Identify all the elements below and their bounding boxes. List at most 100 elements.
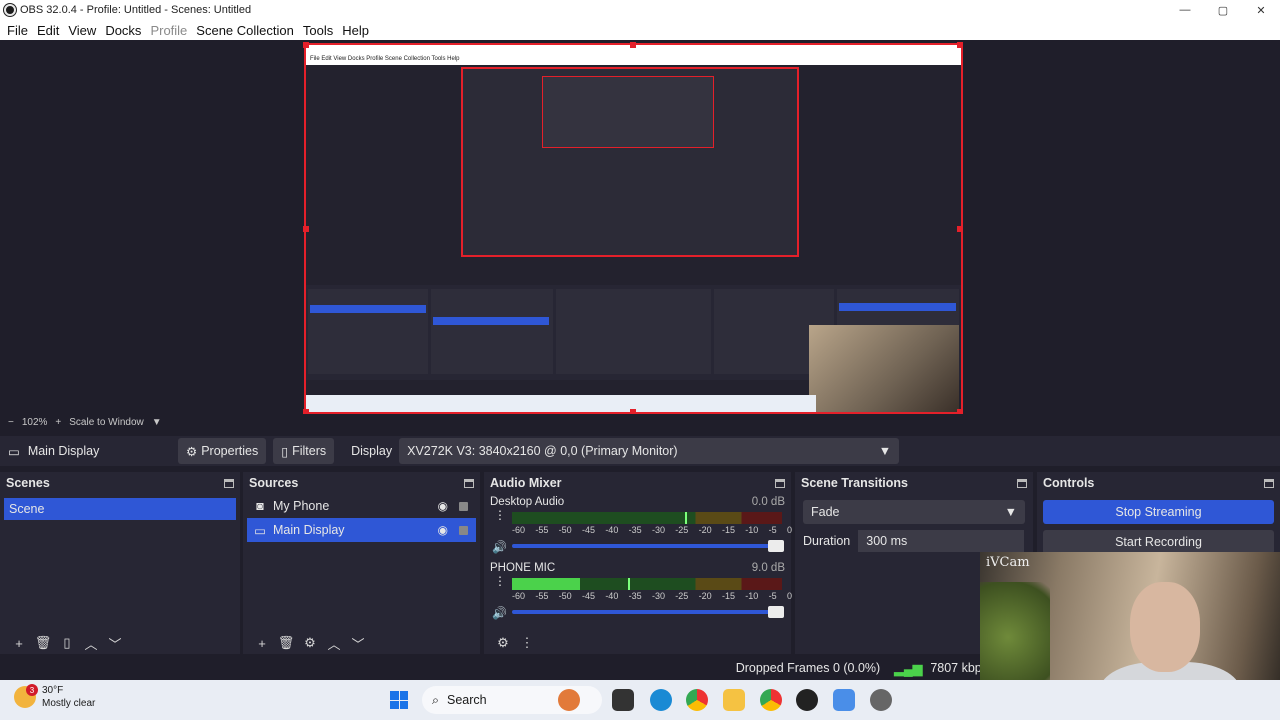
properties-button[interactable]: ⚙ Properties xyxy=(178,438,267,464)
trash-icon[interactable]: 🗑 xyxy=(32,634,54,652)
sources-toolbar: + 🗑 ⚙ ︿ ﹀ xyxy=(243,634,371,652)
menu-docks[interactable]: Docks xyxy=(101,23,145,38)
menu-view[interactable]: View xyxy=(64,23,100,38)
edge-icon[interactable] xyxy=(650,689,672,711)
undock-icon[interactable] xyxy=(1017,478,1027,488)
transition-select[interactable]: Fade ▼ xyxy=(803,500,1025,524)
resize-handle[interactable] xyxy=(957,226,963,232)
stop-streaming-button[interactable]: Stop Streaming xyxy=(1043,500,1274,524)
add-source-button[interactable]: + xyxy=(251,634,273,652)
volume-slider[interactable] xyxy=(512,540,784,552)
windows-start-icon[interactable] xyxy=(390,691,408,709)
slider-knob[interactable] xyxy=(768,606,784,618)
add-scene-button[interactable]: + xyxy=(8,634,30,652)
lock-icon[interactable] xyxy=(459,525,468,535)
chrome-icon[interactable] xyxy=(686,689,708,711)
speaker-icon[interactable]: 🔊 xyxy=(492,606,507,620)
meter-fill xyxy=(512,578,580,590)
scene-item[interactable]: Scene xyxy=(4,498,236,520)
meter-tick: -40 xyxy=(605,525,619,535)
menu-scene-collection[interactable]: Scene Collection xyxy=(192,23,298,38)
menu-file[interactable]: File xyxy=(3,23,32,38)
meter-tick: -20 xyxy=(698,591,712,601)
zoom-out-button[interactable]: − xyxy=(8,417,14,428)
dropped-frames: Dropped Frames 0 (0.0%) xyxy=(735,661,881,675)
weather-widget[interactable]: 3 30°F Mostly clear xyxy=(14,684,95,710)
zoom-level: 102% xyxy=(21,417,48,428)
scale-mode-select[interactable]: Scale to Window xyxy=(69,417,143,428)
lock-icon[interactable] xyxy=(459,501,468,511)
gear-icon[interactable]: ⚙ xyxy=(299,634,321,652)
display-value: XV272K V3: 3840x2160 @ 0,0 (Primary Moni… xyxy=(407,444,678,458)
move-up-icon[interactable]: ︿ xyxy=(323,634,345,652)
window-title: OBS 32.0.4 - Profile: Untitled - Scenes:… xyxy=(20,4,252,16)
ivcam-icon[interactable] xyxy=(833,689,855,711)
monitor-icon: ▭ xyxy=(254,523,266,538)
filter-icon: ▯ xyxy=(281,444,289,459)
meter-ticks: -60 -55 -50 -45 -40 -35 -30 -25 -20 -15 … xyxy=(512,591,792,601)
meter-tick: -35 xyxy=(628,591,642,601)
context-source-name: Main Display xyxy=(27,444,100,458)
file-explorer-icon[interactable] xyxy=(723,689,745,711)
meter-tick: -10 xyxy=(745,591,759,601)
undock-icon[interactable] xyxy=(464,478,474,488)
menu-edit[interactable]: Edit xyxy=(33,23,63,38)
meter-tick: -60 xyxy=(512,591,526,601)
more-options-icon[interactable]: ⋮ xyxy=(516,634,538,652)
undock-icon[interactable] xyxy=(224,478,234,488)
display-capture-preview[interactable]: File Edit View Docks Profile Scene Colle… xyxy=(304,43,963,414)
resize-handle[interactable] xyxy=(630,42,636,48)
meter-tick: -30 xyxy=(651,525,665,535)
more-options-icon[interactable]: ⋮ xyxy=(494,509,506,521)
source-item-main-display[interactable]: ▭ Main Display ◉ xyxy=(247,518,476,542)
move-up-icon[interactable]: ︿ xyxy=(80,634,102,652)
duration-input[interactable]: 300 ms xyxy=(858,530,1025,552)
meter-tick: -60 xyxy=(512,525,526,535)
widgets-icon[interactable] xyxy=(558,689,580,711)
meter-ticks: -60 -55 -50 -45 -40 -35 -30 -25 -20 -15 … xyxy=(512,525,792,535)
meter-tick: 0 xyxy=(786,525,792,535)
meter-tick: -45 xyxy=(581,525,595,535)
filters-label: Filters xyxy=(292,444,327,458)
slider-knob[interactable] xyxy=(768,540,784,552)
resize-handle[interactable] xyxy=(303,226,309,232)
trash-icon[interactable]: 🗑 xyxy=(275,634,297,652)
meter-tick: -55 xyxy=(535,525,549,535)
undock-icon[interactable] xyxy=(1264,478,1274,488)
close-button[interactable]: ✕ xyxy=(1242,0,1280,20)
scenes-dock: Scenes Scene + 🗑 ▯ ︿ ﹀ xyxy=(0,472,240,654)
zoom-in-button[interactable]: + xyxy=(55,417,61,428)
source-item-my-phone[interactable]: ◙ My Phone ◉ xyxy=(247,494,476,518)
volume-slider[interactable] xyxy=(512,606,784,618)
filters-icon[interactable]: ▯ xyxy=(56,634,78,652)
chevron-down-icon: ▼ xyxy=(878,444,892,458)
scene-transitions-title: Scene Transitions xyxy=(801,476,908,490)
settings-icon[interactable] xyxy=(870,689,892,711)
resize-handle[interactable] xyxy=(957,42,963,48)
chevron-down-icon[interactable]: ▼ xyxy=(152,417,162,428)
start-recording-button[interactable]: Start Recording xyxy=(1043,530,1274,554)
eye-icon[interactable]: ◉ xyxy=(438,499,448,513)
resize-handle[interactable] xyxy=(303,42,309,48)
move-down-icon[interactable]: ﹀ xyxy=(347,634,369,652)
undock-icon[interactable] xyxy=(775,478,785,488)
speaker-icon[interactable]: 🔊 xyxy=(492,540,507,554)
maximize-button[interactable]: ▢ xyxy=(1204,0,1242,20)
move-down-icon[interactable]: ﹀ xyxy=(104,634,126,652)
obs-icon[interactable] xyxy=(796,689,818,711)
menu-tools[interactable]: Tools xyxy=(299,23,337,38)
menu-help[interactable]: Help xyxy=(338,23,373,38)
filters-button[interactable]: ▯ Filters xyxy=(273,438,335,464)
advanced-audio-icon[interactable]: ⚙ xyxy=(492,634,514,652)
display-select[interactable]: XV272K V3: 3840x2160 @ 0,0 (Primary Moni… xyxy=(399,438,900,464)
minimize-button[interactable]: — xyxy=(1166,0,1204,20)
terminal-icon[interactable] xyxy=(612,689,634,711)
title-bar: OBS 32.0.4 - Profile: Untitled - Scenes:… xyxy=(0,0,1280,20)
sources-title: Sources xyxy=(249,476,299,490)
meter-peak xyxy=(684,512,687,524)
source-context-bar: ▭ Main Display ⚙ Properties ▯ Filters Di… xyxy=(0,436,1280,466)
meter-tick: -25 xyxy=(675,525,689,535)
more-options-icon[interactable]: ⋮ xyxy=(494,575,506,587)
chrome-profile-icon[interactable] xyxy=(760,689,782,711)
eye-icon[interactable]: ◉ xyxy=(438,523,448,537)
